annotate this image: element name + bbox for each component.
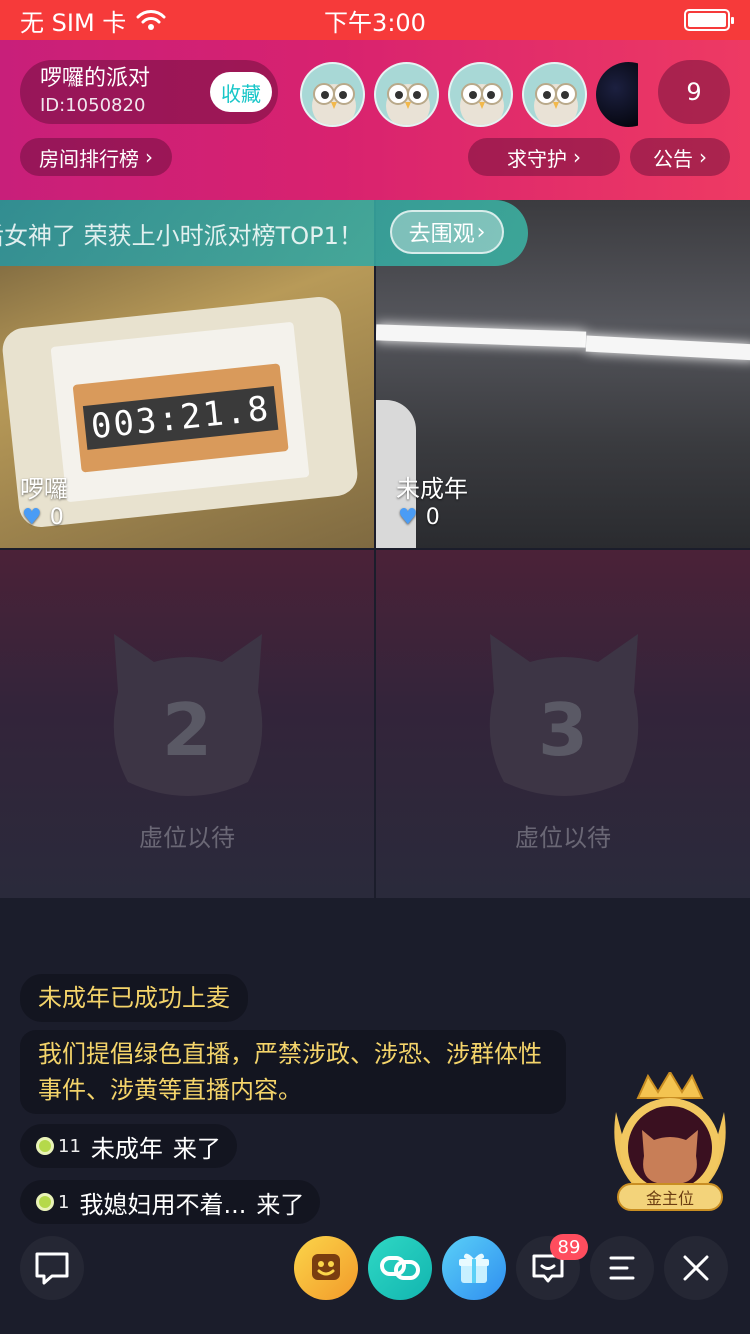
owl-avatar-icon [386, 83, 430, 125]
battery-icon [684, 9, 734, 31]
chat-button[interactable] [20, 1236, 84, 1300]
top-rank-banner[interactable]: 后女神了 荣获上小时派对榜TOP1！ 去围观 › [0, 200, 528, 266]
owl-avatar-icon [460, 83, 504, 125]
menu-button[interactable] [590, 1236, 654, 1300]
owl-avatar-icon [534, 83, 578, 125]
chat-user-name: 我媳妇用不着... [79, 1190, 247, 1219]
chevron-right-icon: › [476, 219, 486, 245]
gold-seat-label: 金主位 [645, 1189, 694, 1208]
banner-watch-button[interactable]: 去围观 › [390, 210, 504, 254]
chat-action: 来了 [256, 1190, 305, 1219]
heart-icon: ♥ [22, 505, 42, 530]
chat-join-message[interactable]: 1 我媳妇用不着... 来了 [20, 1180, 321, 1224]
user-level: 11 [58, 1135, 81, 1157]
avatar[interactable] [448, 62, 513, 127]
seat-3[interactable]: 2 虚位以待 [0, 550, 374, 898]
favorite-button[interactable]: 收藏 [210, 72, 272, 112]
room-header: 啰囉的派对 ID:1050820 收藏 9 房间排行榜 › 求守护 › 公告 › [0, 40, 750, 200]
video-timer: 003:21.8 [82, 386, 279, 450]
user-level-badge: 1 [36, 1192, 69, 1213]
banner-button-label: 去围观 [408, 222, 475, 247]
user-level: 1 [58, 1191, 70, 1213]
carrier-label: 无 SIM 卡 [20, 8, 127, 37]
chevron-right-icon: › [145, 145, 153, 169]
banner-text: 后女神了 荣获上小时派对榜TOP1！ [0, 222, 363, 250]
seat-likes-count: 0 [425, 505, 440, 530]
platform-notice: 我们提倡绿色直播，严禁涉政、涉恐、涉群体性事件、涉黄等直播内容。 [20, 1030, 566, 1114]
seat-user-name: 啰囉 [20, 475, 68, 503]
gift-icon [459, 1253, 489, 1283]
message-count-badge: 89 [550, 1234, 588, 1260]
level-icon [36, 1137, 54, 1155]
wifi-icon [136, 10, 166, 30]
avatar[interactable] [374, 62, 439, 127]
seat-empty-label: 虚位以待 [515, 824, 611, 852]
link-icon [380, 1256, 420, 1280]
menu-icon [609, 1256, 635, 1280]
notice-label: 公告 [653, 146, 693, 171]
room-info[interactable]: 啰囉的派对 ID:1050820 收藏 [20, 60, 278, 124]
gift-button[interactable] [442, 1236, 506, 1300]
chat-join-message[interactable]: 11 未成年 来了 [20, 1124, 237, 1168]
gold-seat-button[interactable]: 金主位 [608, 1070, 732, 1218]
emoji-button[interactable] [294, 1236, 358, 1300]
seat-number: 3 [537, 688, 589, 772]
seat-4[interactable]: 3 虚位以待 [376, 550, 750, 898]
chevron-right-icon: › [573, 145, 581, 169]
chevron-right-icon: › [699, 145, 707, 169]
room-rank-label: 房间排行榜 [39, 146, 139, 171]
status-bar: 无 SIM 卡 下午3:00 [0, 0, 750, 40]
guard-button[interactable]: 求守护 › [468, 138, 620, 176]
seat-likes: ♥ 0 [22, 505, 64, 530]
emoji-icon [312, 1254, 340, 1280]
guard-label: 求守护 [507, 146, 567, 171]
chat-user-name: 未成年 [90, 1134, 163, 1163]
system-message: 未成年已成功上麦 [20, 974, 248, 1022]
avatar[interactable] [522, 62, 587, 127]
heart-icon: ♥ [398, 505, 418, 530]
chat-action: 来了 [172, 1134, 221, 1163]
room-rank-button[interactable]: 房间排行榜 › [20, 138, 172, 176]
audience-avatars [300, 62, 587, 127]
seat-likes-count: 0 [49, 505, 64, 530]
user-level-badge: 11 [36, 1136, 81, 1157]
seat-likes: ♥ 0 [398, 505, 440, 530]
owl-avatar-icon [312, 83, 356, 125]
bottom-toolbar: 89 [0, 1234, 750, 1334]
avatar[interactable] [300, 62, 365, 127]
seat-user-name: 未成年 [396, 475, 468, 503]
seat-number: 2 [161, 688, 213, 772]
level-icon [36, 1193, 54, 1211]
chat-icon [35, 1252, 69, 1285]
notice-button[interactable]: 公告 › [630, 138, 730, 176]
seat-empty-label: 虚位以待 [139, 824, 235, 852]
close-button[interactable] [664, 1236, 728, 1300]
close-icon [683, 1255, 709, 1281]
video-feed [376, 324, 587, 348]
online-count[interactable]: 9 [658, 60, 730, 124]
link-button[interactable] [368, 1236, 432, 1300]
avatar[interactable] [596, 62, 638, 127]
status-left: 无 SIM 卡 [20, 3, 166, 38]
